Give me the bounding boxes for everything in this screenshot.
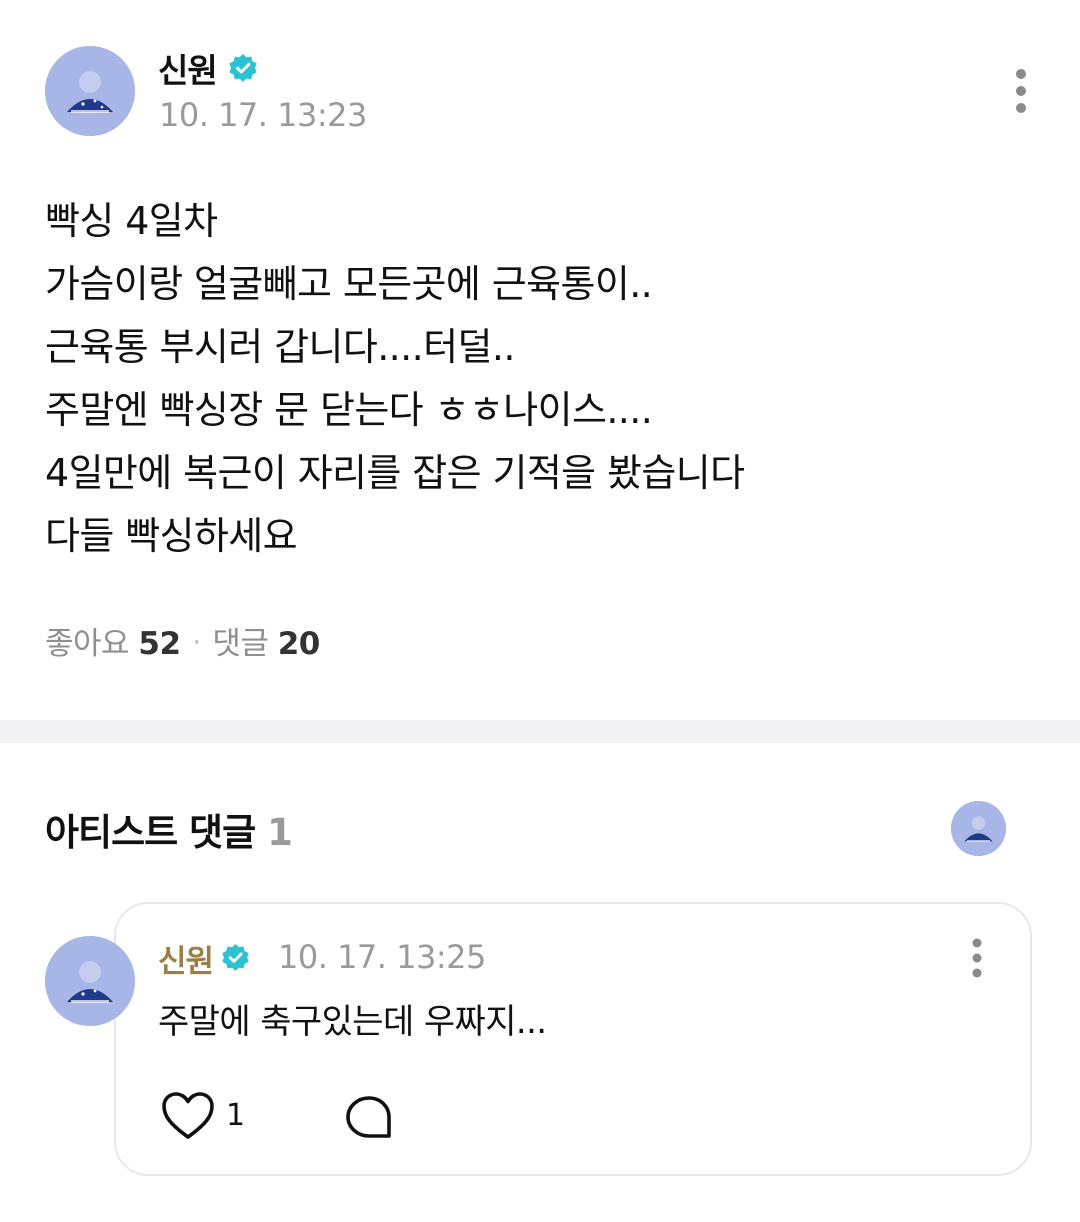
author-avatar[interactable]: [45, 46, 135, 136]
post-stats: 좋아요 52 · 댓글 20: [45, 618, 320, 663]
author-name[interactable]: 신원: [158, 44, 218, 92]
avatar-image: [951, 801, 1006, 856]
post-body-line: 주말엔 빡싱장 문 닫는다 ㅎㅎ나이스....: [45, 388, 653, 432]
comments-stat[interactable]: 댓글 20: [212, 626, 320, 662]
artist-avatar-filter[interactable]: [951, 801, 1006, 856]
comment-author-avatar[interactable]: [45, 936, 135, 1026]
verified-badge-icon: [222, 943, 249, 971]
post-body-line: 4일만에 복근이 자리를 잡은 기적을 봤습니다: [45, 451, 745, 495]
post-header: 신원 10. 17. 13:23: [0, 0, 1080, 160]
likes-count: 52: [138, 626, 181, 662]
comment-bubble-icon: [346, 1096, 391, 1138]
artist-comments-label: 아티스트 댓글: [45, 811, 256, 854]
stats-separator: ·: [192, 628, 201, 658]
avatar-image: [45, 46, 135, 136]
likes-label: 좋아요: [45, 626, 130, 662]
reply-button[interactable]: [344, 1094, 394, 1142]
artist-comments-title: 아티스트 댓글 1: [45, 802, 293, 856]
post-body: 빡싱 4일차 가슴이랑 얼굴빼고 모든곳에 근육통이.. 근육통 부시러 갑니다…: [45, 190, 1045, 568]
section-divider: [0, 720, 1080, 743]
artist-comments-count: 1: [267, 811, 293, 854]
post-body-line: 가슴이랑 얼굴빼고 모든곳에 근육통이..: [45, 262, 653, 306]
comment-author-name[interactable]: 신원: [158, 936, 214, 981]
more-vertical-icon[interactable]: [969, 936, 985, 980]
like-button[interactable]: 1: [160, 1090, 260, 1146]
likes-stat[interactable]: 좋아요 52: [45, 626, 181, 662]
post-body-line: 근육통 부시러 갑니다....터덜..: [45, 325, 515, 369]
verified-badge-icon: [229, 54, 257, 82]
more-vertical-icon[interactable]: [1013, 66, 1029, 116]
like-count: 1: [226, 1098, 246, 1133]
comment-timestamp: 10. 17. 13:25: [278, 938, 486, 976]
avatar-image: [45, 936, 135, 1026]
post-timestamp: 10. 17. 13:23: [159, 96, 367, 134]
heart-icon: [162, 1092, 214, 1139]
post-body-line: 빡싱 4일차: [45, 199, 218, 243]
comments-label: 댓글: [212, 626, 269, 662]
comments-count: 20: [277, 626, 321, 662]
comment-text: 주말에 축구있는데 우짜지...: [158, 1002, 547, 1042]
post-body-line: 다들 빡싱하세요: [45, 514, 298, 558]
